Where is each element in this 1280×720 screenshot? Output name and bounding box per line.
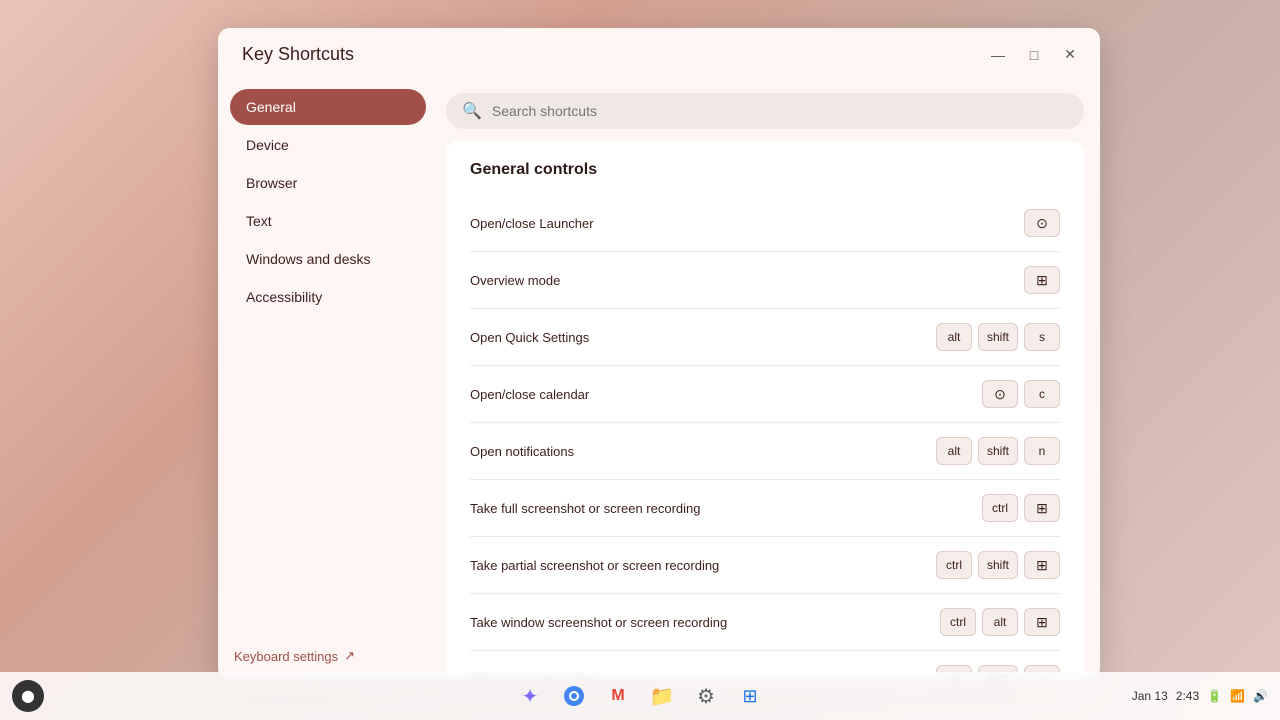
key-overview-icon: ⊞ <box>1024 551 1060 579</box>
key-shortcuts-window: Key Shortcuts — □ ✕ General Device Brows… <box>218 28 1100 680</box>
key-ctrl: ctrl <box>936 551 972 579</box>
taskbar-right: Jan 13 2:43 🔋 📶 🔊 <box>1132 689 1268 703</box>
taskbar-center: ✦ M 📁 ⚙ ⊞ <box>512 678 768 714</box>
shortcut-keys: alt shift s <box>936 323 1060 351</box>
sidebar-item-accessibility[interactable]: Accessibility <box>230 279 426 315</box>
shortcut-row-open-notifications: Open notifications alt shift n <box>470 423 1060 480</box>
shortcut-keys: ctrl ⊞ <box>982 494 1060 522</box>
taskbar-app-files[interactable]: 📁 <box>644 678 680 714</box>
key-alt: alt <box>936 437 972 465</box>
taskbar-date: Jan 13 <box>1132 689 1168 703</box>
window-body: General Device Browser Text Windows and … <box>218 81 1100 680</box>
shortcut-row-open-close-calendar: Open/close calendar ⊙ c <box>470 366 1060 423</box>
shortcut-row-overview-mode: Overview mode ⊞ <box>470 252 1060 309</box>
sidebar-item-windows-and-desks[interactable]: Windows and desks <box>230 241 426 277</box>
panel-title: General controls <box>470 161 1060 179</box>
search-input[interactable] <box>492 103 1068 119</box>
key-n: n <box>1024 437 1060 465</box>
key-shift: shift <box>978 551 1018 579</box>
sidebar-item-browser[interactable]: Browser <box>230 165 426 201</box>
sidebar-item-general[interactable]: General <box>230 89 426 125</box>
taskbar-app-apps[interactable]: ⊞ <box>732 678 768 714</box>
key-launcher-icon: ⊙ <box>982 380 1018 408</box>
wifi-icon: 📶 <box>1230 689 1245 703</box>
shortcut-label: Take window screenshot or screen recordi… <box>470 615 727 630</box>
keyboard-settings-link[interactable]: Keyboard settings ↗ <box>230 640 426 672</box>
key-ctrl: ctrl <box>982 494 1018 522</box>
key-alt: alt <box>936 323 972 351</box>
key-launcher-icon: ⊙ <box>1024 209 1060 237</box>
taskbar: ⬤ ✦ M 📁 ⚙ ⊞ Jan 13 2:43 🔋 📶 🔊 <box>0 672 1280 720</box>
shortcut-row-open-close-launcher: Open/close Launcher ⊙ <box>470 195 1060 252</box>
key-overview-icon: ⊞ <box>1024 494 1060 522</box>
key-s: s <box>1024 323 1060 351</box>
search-icon: 🔍 <box>462 101 482 121</box>
shortcut-keys: ⊞ <box>1024 266 1060 294</box>
battery-icon: 🔋 <box>1207 689 1222 703</box>
external-link-icon: ↗ <box>344 648 355 664</box>
shortcut-keys: ⊙ c <box>982 380 1060 408</box>
shortcut-row-take-partial-screenshot: Take partial screenshot or screen record… <box>470 537 1060 594</box>
taskbar-app-assistant[interactable]: ✦ <box>512 678 548 714</box>
shortcut-label: Open notifications <box>470 444 574 459</box>
search-bar: 🔍 <box>446 93 1084 129</box>
taskbar-app-gmail[interactable]: M <box>600 678 636 714</box>
taskbar-left: ⬤ <box>12 680 44 712</box>
sidebar-nav: General Device Browser Text Windows and … <box>230 89 426 315</box>
shortcut-row-take-full-screenshot: Take full screenshot or screen recording… <box>470 480 1060 537</box>
shortcut-keys: ⊙ <box>1024 209 1060 237</box>
shortcut-label: Take full screenshot or screen recording <box>470 501 701 516</box>
shortcut-label: Open/close calendar <box>470 387 589 402</box>
key-shift: shift <box>978 323 1018 351</box>
key-overview-icon: ⊞ <box>1024 608 1060 636</box>
system-tray-icon[interactable]: ⬤ <box>12 680 44 712</box>
close-button[interactable]: ✕ <box>1056 41 1084 69</box>
shortcut-keys: alt shift n <box>936 437 1060 465</box>
shortcut-label: Overview mode <box>470 273 560 288</box>
sidebar: General Device Browser Text Windows and … <box>218 81 438 680</box>
taskbar-app-chrome[interactable] <box>556 678 592 714</box>
volume-icon: 🔊 <box>1253 689 1268 703</box>
minimize-button[interactable]: — <box>984 41 1012 69</box>
shortcut-keys: ctrl alt ⊞ <box>940 608 1060 636</box>
shortcut-row-open-quick-settings: Open Quick Settings alt shift s <box>470 309 1060 366</box>
key-shift: shift <box>978 437 1018 465</box>
titlebar: Key Shortcuts — □ ✕ <box>218 28 1100 81</box>
key-overview-icon: ⊞ <box>1024 266 1060 294</box>
shortcuts-panel: General controls Open/close Launcher ⊙ O… <box>446 141 1084 680</box>
key-alt: alt <box>982 608 1018 636</box>
shortcut-row-take-window-screenshot: Take window screenshot or screen recordi… <box>470 594 1060 651</box>
window-controls: — □ ✕ <box>984 41 1084 69</box>
shortcut-keys: ctrl shift ⊞ <box>936 551 1060 579</box>
maximize-button[interactable]: □ <box>1020 41 1048 69</box>
main-content: 🔍 General controls Open/close Launcher ⊙… <box>438 81 1100 680</box>
key-c: c <box>1024 380 1060 408</box>
taskbar-app-settings[interactable]: ⚙ <box>688 678 724 714</box>
sidebar-item-device[interactable]: Device <box>230 127 426 163</box>
shortcut-label: Take partial screenshot or screen record… <box>470 558 719 573</box>
shortcut-label: Open Quick Settings <box>470 330 589 345</box>
taskbar-time: 2:43 <box>1176 689 1199 703</box>
key-ctrl: ctrl <box>940 608 976 636</box>
window-title: Key Shortcuts <box>234 36 354 73</box>
sidebar-item-text[interactable]: Text <box>230 203 426 239</box>
shortcut-label: Open/close Launcher <box>470 216 594 231</box>
